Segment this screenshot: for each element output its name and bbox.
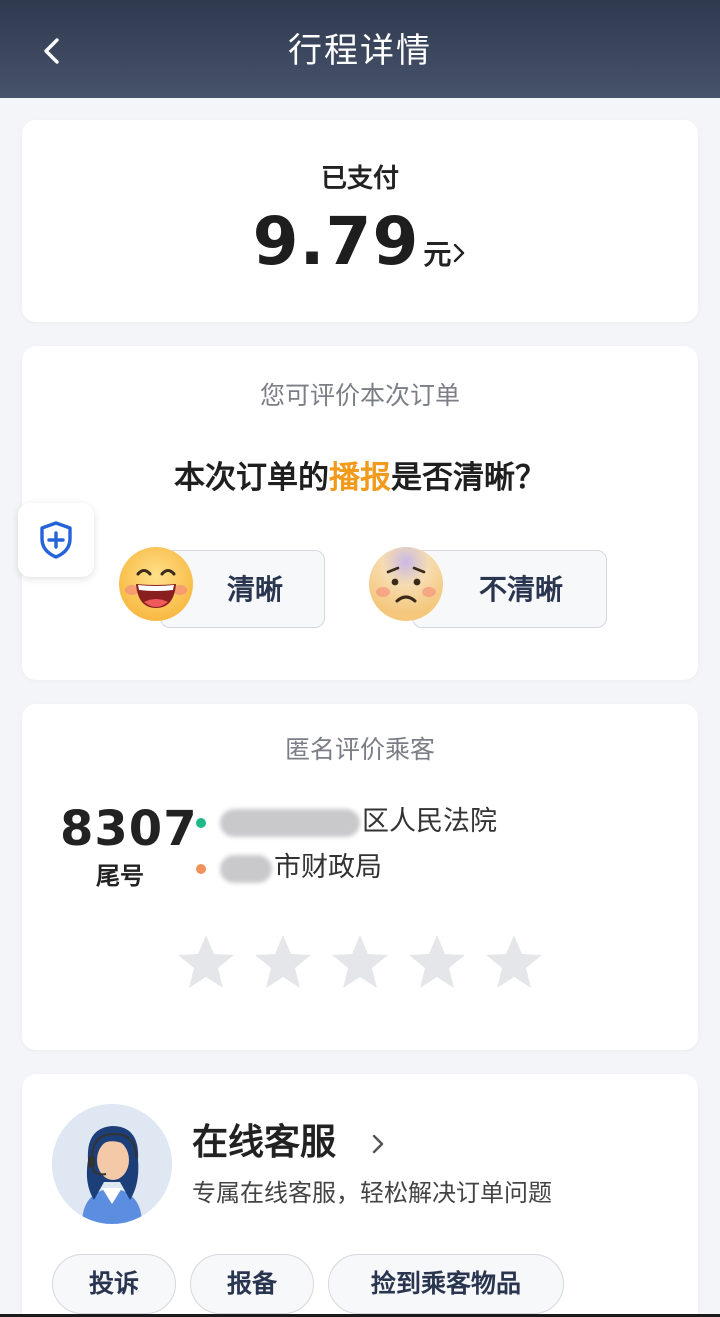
complaint-button[interactable]: 投诉	[52, 1254, 176, 1314]
redacted-text	[220, 854, 272, 883]
star-icon[interactable]	[329, 932, 391, 994]
shield-plus-icon	[40, 521, 72, 559]
star-icon[interactable]	[252, 932, 314, 994]
rating-prompt: 您可评价本次订单	[259, 381, 460, 410]
route-end: 市财政局	[196, 850, 382, 886]
page-title: 行程详情	[288, 31, 432, 71]
clear-option-label: 清晰	[227, 573, 284, 606]
passenger-rating-card: 匿名评价乘客 8307 尾号 区人民法院 市财政局	[22, 704, 698, 1050]
service-agent-avatar	[52, 1104, 172, 1224]
customer-service-card[interactable]: 在线客服 专属在线客服，轻松解决订单问题 投诉 报备 捡到乘客物品	[22, 1074, 698, 1317]
payment-status: 已支付	[320, 164, 399, 194]
route-start-text: 区人民法院	[362, 806, 497, 837]
service-subtitle: 专属在线客服，轻松解决订单问题	[192, 1179, 552, 1207]
headset-agent-icon	[52, 1104, 172, 1224]
top-bar: 行程详情	[0, 0, 720, 98]
star-icon[interactable]	[483, 932, 545, 994]
found-item-button[interactable]: 捡到乘客物品	[328, 1254, 564, 1314]
payment-amount: 9.79	[252, 203, 420, 280]
rating-question: 本次订单的播报是否清晰？	[22, 458, 698, 498]
phone-tail-number: 8307	[60, 801, 198, 857]
payment-card[interactable]: 已支付 9.79 元	[22, 120, 698, 322]
phone-tail-label: 尾号	[96, 862, 144, 890]
question-prefix: 本次订单的	[174, 460, 329, 496]
chevron-right-icon	[372, 1134, 384, 1154]
passenger-rating-title: 匿名评价乘客	[284, 735, 435, 764]
worried-face-icon	[369, 547, 443, 621]
start-dot-icon	[196, 817, 206, 828]
question-suffix: 是否清晰？	[391, 460, 546, 496]
route-end-text: 市财政局	[274, 852, 382, 883]
question-highlight: 播报	[329, 460, 391, 496]
report-button[interactable]: 报备	[190, 1254, 314, 1314]
end-dot-icon	[196, 863, 206, 874]
chevron-right-icon	[454, 243, 465, 263]
payment-unit: 元	[423, 238, 452, 271]
star-icon[interactable]	[406, 932, 468, 994]
service-title: 在线客服	[192, 1122, 337, 1163]
star-rating[interactable]	[175, 932, 545, 996]
star-icon[interactable]	[175, 932, 237, 994]
laughing-face-icon	[119, 547, 193, 621]
order-rating-card: 您可评价本次订单 本次订单的播报是否清晰？ 清晰 不清晰	[22, 346, 698, 680]
route-start: 区人民法院	[196, 804, 497, 840]
safety-shield-button[interactable]	[18, 503, 94, 577]
payment-amount-row[interactable]: 9.79 元	[22, 202, 698, 282]
redacted-text	[220, 808, 360, 837]
unclear-option-label: 不清晰	[479, 573, 564, 606]
